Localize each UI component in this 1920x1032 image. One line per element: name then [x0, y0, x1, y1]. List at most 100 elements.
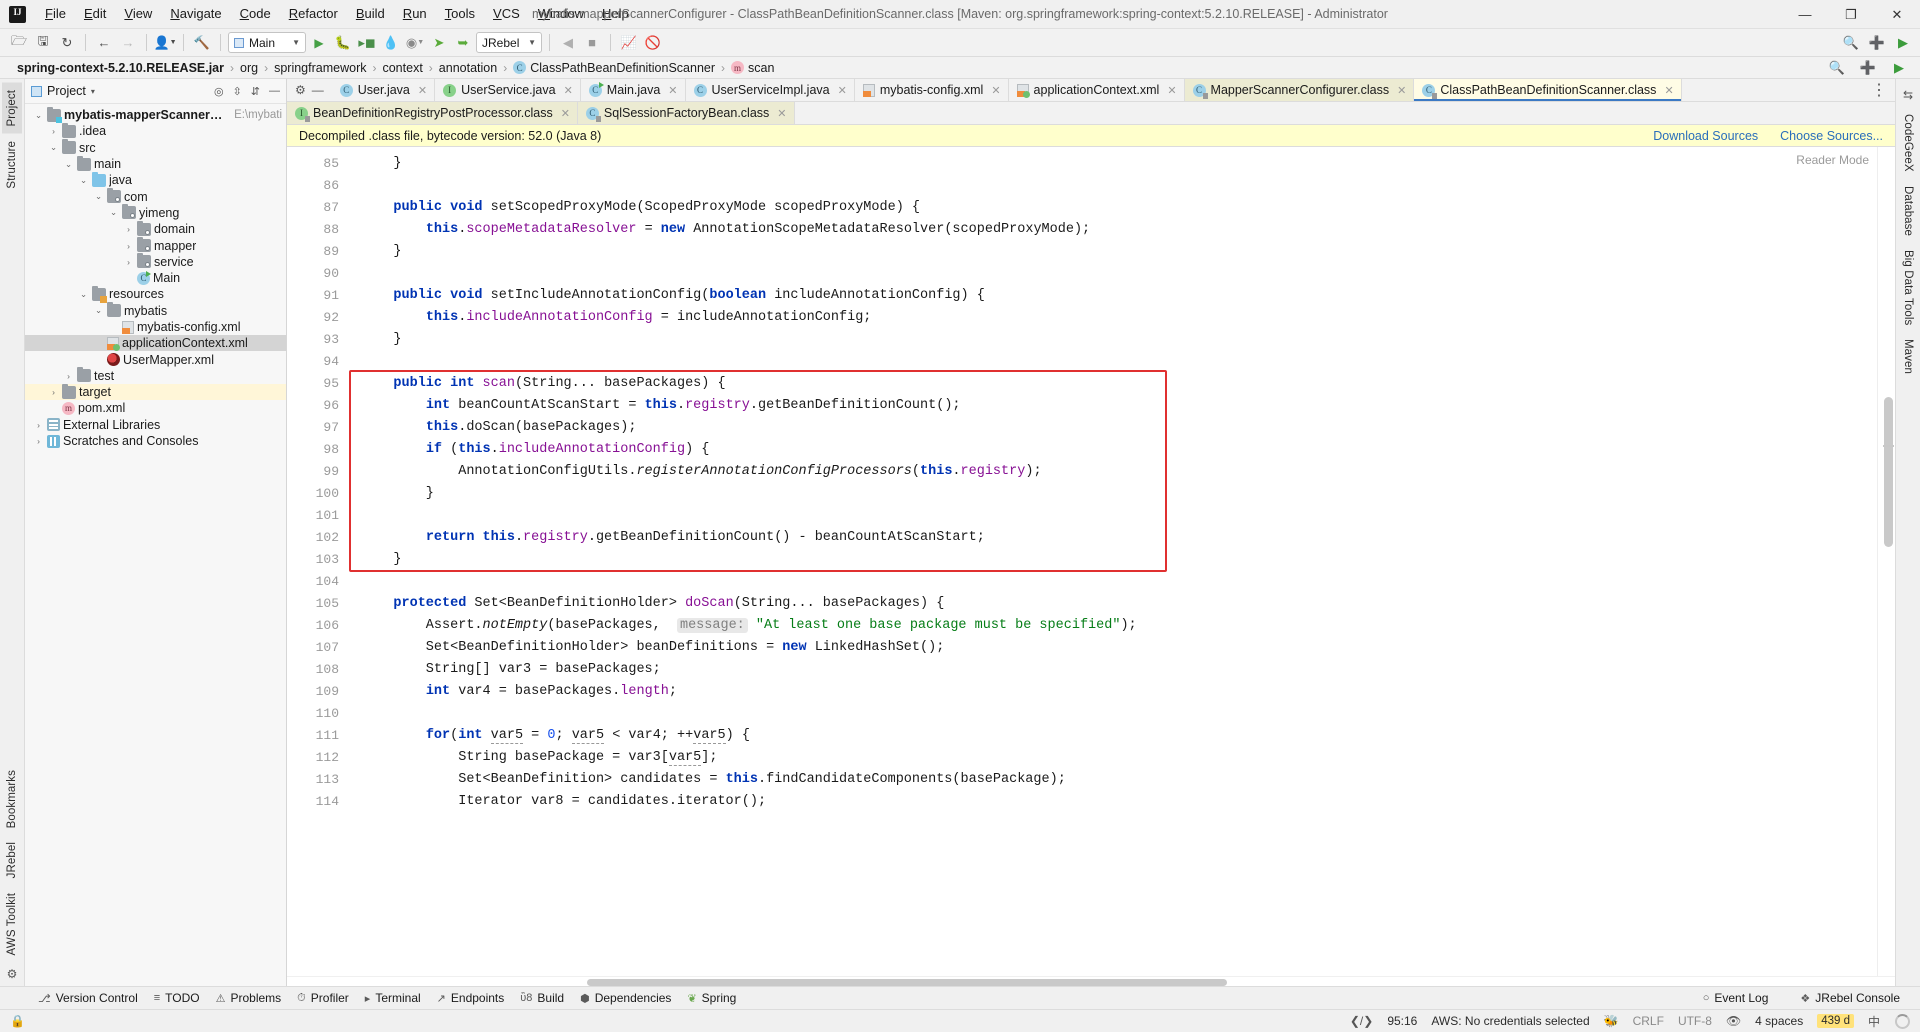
gear-icon[interactable]: ⚙: [295, 83, 306, 97]
close-button[interactable]: ✕: [1874, 0, 1920, 29]
gutter-line-107[interactable]: 107: [287, 637, 349, 659]
gutter-line-87[interactable]: 87−: [287, 197, 359, 219]
close-tab-icon[interactable]: ✕: [838, 84, 847, 97]
chevron-down-icon[interactable]: ⌄: [93, 191, 104, 202]
rail-tab-jrebel[interactable]: JRebel: [2, 835, 22, 885]
debug-button-icon[interactable]: 🐛: [332, 32, 354, 54]
editor-scroll-marker-gutter[interactable]: [1877, 147, 1895, 976]
editor-tab-userservice-java[interactable]: I UserService.java ✕: [435, 79, 581, 101]
code-text-area[interactable]: } public void setScopedProxyMode(ScopedP…: [349, 147, 1877, 976]
jrebel-run-icon[interactable]: ➤: [428, 32, 450, 54]
gutter-line-104[interactable]: 104: [287, 571, 349, 593]
open-folder-icon[interactable]: 🗁: [8, 32, 30, 54]
gutter-line-101[interactable]: 101: [287, 505, 349, 527]
close-tab-icon[interactable]: ✕: [561, 107, 570, 120]
gutter-line-95[interactable]: 95−●: [287, 373, 365, 395]
gutter-line-108[interactable]: 108: [287, 659, 349, 681]
bug-icon[interactable]: 🐝: [1604, 1014, 1619, 1028]
gutter-line-99[interactable]: 99: [287, 461, 349, 483]
bottom-tab-todo[interactable]: ≡ TODO: [146, 988, 208, 1008]
locate-file-icon[interactable]: ◎: [214, 85, 224, 98]
scroll-marker-1[interactable]: [1883, 445, 1894, 447]
ime-indicator[interactable]: 中: [1868, 1013, 1881, 1030]
rerun-icon[interactable]: ◀: [557, 32, 579, 54]
bottom-tab-spring[interactable]: ❦ Spring: [679, 988, 744, 1008]
close-tab-icon[interactable]: ✕: [564, 84, 573, 97]
expand-all-icon[interactable]: ⇳: [233, 85, 242, 98]
close-tab-icon[interactable]: ✕: [1397, 84, 1406, 97]
close-tab-icon[interactable]: ✕: [991, 84, 1000, 97]
menu-item-edit[interactable]: Edit: [75, 2, 115, 26]
editor-tab-beandefinitionregistrypostprocessor-class[interactable]: I BeanDefinitionRegistryPostProcessor.cla…: [287, 102, 578, 124]
close-tab-icon[interactable]: ✕: [1167, 84, 1176, 97]
tabs-overflow-button[interactable]: ⋮: [1863, 79, 1895, 101]
indent-setting[interactable]: 4 spaces: [1755, 1014, 1803, 1028]
back-arrow-icon[interactable]: ←: [93, 32, 115, 54]
eye-icon[interactable]: 👁: [1726, 1014, 1741, 1028]
run-configuration-selector[interactable]: Main ▼: [228, 32, 306, 53]
close-tab-icon[interactable]: ✕: [777, 107, 786, 120]
horizontal-scrollbar-thumb[interactable]: [587, 979, 1227, 986]
gutter-line-96[interactable]: 96: [287, 395, 349, 417]
tree-node-mybatis[interactable]: ⌄ mybatis: [25, 302, 286, 319]
search-everywhere-icon[interactable]: 🔍: [1840, 32, 1862, 54]
editor-tab-userserviceimpl-java[interactable]: C UserServiceImpl.java ✕: [685, 79, 855, 101]
gutter-line-111[interactable]: 111−: [287, 725, 359, 747]
gutter-line-112[interactable]: 112: [287, 747, 349, 769]
bottom-tab-terminal[interactable]: ▸ Terminal: [357, 988, 429, 1008]
close-tab-icon[interactable]: ✕: [418, 84, 427, 97]
chevron-right-icon[interactable]: ›: [123, 257, 134, 267]
breadcrumb-item-5[interactable]: C ClassPathBeanDefinitionScanner: [512, 61, 716, 75]
bottom-tab-build[interactable]: ὒ8 Build: [512, 988, 572, 1008]
minimize-panel-icon[interactable]: —: [312, 83, 324, 97]
close-tab-icon[interactable]: ✕: [1664, 84, 1673, 97]
tree-node-pom.xml[interactable]: ›mpom.xml: [25, 400, 286, 416]
tree-node-java[interactable]: ⌄ java: [25, 171, 286, 188]
stop-icon[interactable]: ■: [581, 32, 603, 54]
bottom-tab-version-control[interactable]: ⎇ Version Control: [30, 988, 146, 1008]
run-button-icon[interactable]: ▶: [308, 32, 330, 54]
tree-node-target[interactable]: › target: [25, 383, 286, 401]
breadcrumb-item-0[interactable]: spring-context-5.2.10.RELEASE.jar: [16, 61, 225, 75]
breadcrumb-item-1[interactable]: org: [239, 61, 259, 75]
editor-tab-applicationcontext-xml[interactable]: applicationContext.xml ✕: [1008, 79, 1185, 101]
editor-tab-main-java[interactable]: C Main.java ✕: [580, 79, 686, 101]
menu-item-vcs[interactable]: VCS: [484, 2, 529, 26]
run-with-coverage-icon[interactable]: ▸◼: [356, 32, 378, 54]
chevron-right-icon[interactable]: ›: [33, 420, 44, 430]
rail-tab-bookmarks[interactable]: Bookmarks: [2, 763, 22, 835]
breadcrumb-item-2[interactable]: springframework: [273, 61, 367, 75]
breadcrumb-item-4[interactable]: annotation: [438, 61, 498, 75]
chevron-down-icon[interactable]: ⌄: [48, 142, 59, 153]
menu-item-tools[interactable]: Tools: [436, 2, 484, 26]
gutter-line-109[interactable]: 109: [287, 681, 349, 703]
chevron-right-icon[interactable]: ›: [123, 224, 134, 234]
breadcrumb-item-3[interactable]: context: [381, 61, 423, 75]
chevron-down-icon[interactable]: ⌄: [78, 289, 89, 300]
run-icon-navbar[interactable]: ▶: [1888, 57, 1910, 79]
chevron-down-icon[interactable]: ⌄: [78, 175, 89, 186]
build-hammer-icon[interactable]: 🔨: [191, 32, 213, 54]
gutter-line-92[interactable]: 92: [287, 307, 349, 329]
minimize-button[interactable]: —: [1782, 0, 1828, 29]
chevron-down-icon[interactable]: ⌄: [93, 305, 104, 316]
tree-node-.idea[interactable]: › .idea: [25, 122, 286, 139]
sync-icon[interactable]: ↻: [56, 32, 78, 54]
tree-node-yimeng[interactable]: ⌄ yimeng: [25, 204, 286, 221]
monitor-icon[interactable]: 📈: [618, 32, 640, 54]
breadcrumb-item-6[interactable]: m scan: [730, 61, 775, 75]
forward-arrow-icon[interactable]: →: [117, 32, 139, 54]
tree-node-service[interactable]: › service: [25, 253, 286, 270]
rail-tab-right-codegeex[interactable]: CodeGeeX: [1898, 107, 1918, 179]
editor-gutter[interactable]: 858687−88899091−92939495−●969798−9910010…: [287, 147, 365, 976]
tree-node-applicationcontext.xml[interactable]: ›applicationContext.xml: [25, 335, 286, 352]
gutter-line-114[interactable]: 114: [287, 791, 349, 813]
file-encoding[interactable]: UTF-8: [1678, 1014, 1712, 1028]
chevron-down-icon[interactable]: ⌄: [63, 159, 74, 170]
gutter-line-91[interactable]: 91−: [287, 285, 359, 307]
plugin-update-icon[interactable]: ➕: [1866, 32, 1888, 54]
menu-item-code[interactable]: Code: [231, 2, 280, 26]
run-green-icon[interactable]: ▶: [1892, 32, 1914, 54]
bottom-tab-problems[interactable]: ⚠ Problems: [208, 988, 290, 1008]
lock-icon[interactable]: 🔒: [10, 1014, 25, 1028]
